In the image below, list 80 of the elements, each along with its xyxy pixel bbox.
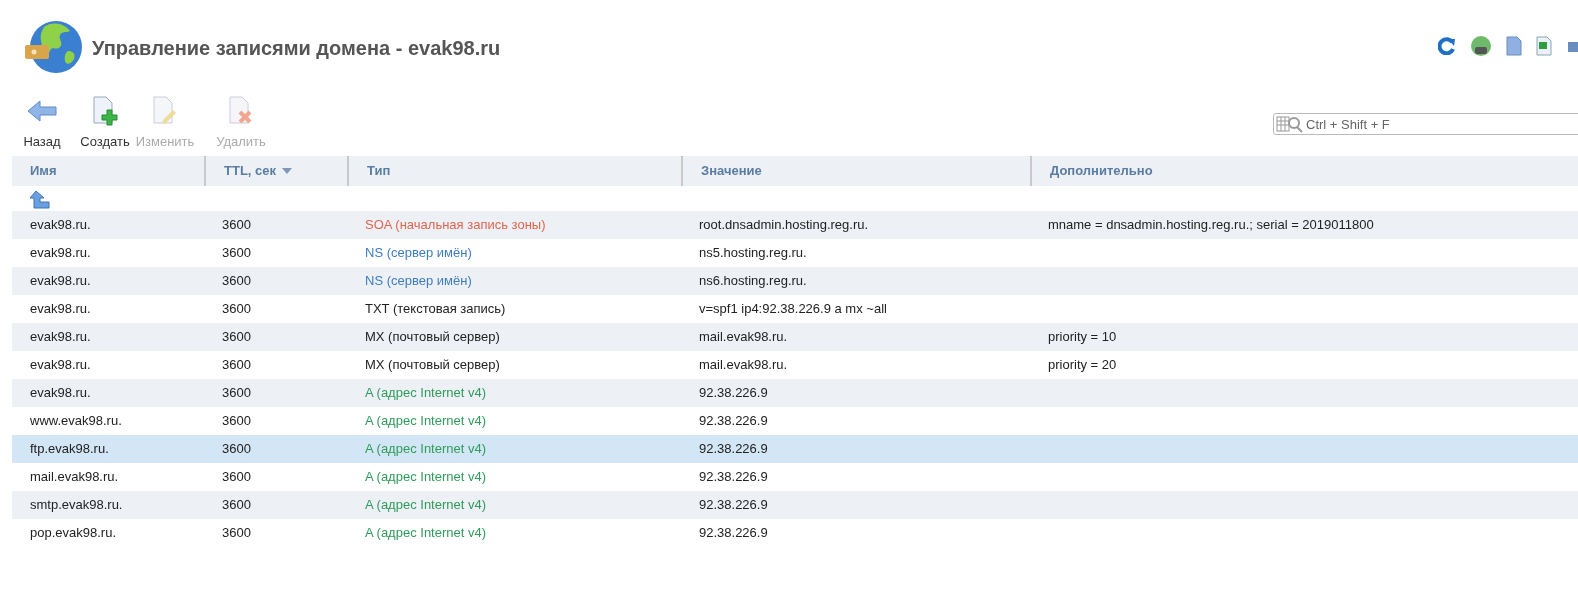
record-name: www.evak98.ru. [29,411,123,430]
column-header[interactable]: Тип [347,155,681,186]
ttl-value: 3600 [221,243,252,262]
column-header[interactable]: Имя [12,155,204,186]
create-button[interactable]: Создать [78,96,132,152]
record-type: MX (почтовый сервер) [364,327,501,346]
record-value: 92.38.226.9 [698,411,769,430]
record-name: pop.evak98.ru. [29,523,117,542]
record-value: v=spf1 ip4:92.38.226.9 a mx ~all [698,299,888,318]
record-value: 92.38.226.9 [698,495,769,514]
record-type: SOA (начальная запись зоны) [364,215,547,234]
ttl-value: 3600 [221,299,252,318]
globe-icon[interactable] [1470,35,1492,57]
table-row[interactable]: smtp.evak98.ru. 3600 A (адрес Internet v4) 92.38.226.9 [12,490,1578,519]
column-header[interactable]: Дополнительно [1030,155,1578,186]
ttl-value: 3600 [221,411,252,430]
record-value: 92.38.226.9 [698,439,769,458]
ttl-value: 3600 [221,355,252,374]
record-type: A (адрес Internet v4) [364,467,488,486]
back-button[interactable]: Назад [20,96,64,152]
ttl-value: 3600 [221,271,252,290]
record-type: A (адрес Internet v4) [364,383,488,402]
record-value: root.dnsadmin.hosting.reg.ru. [698,215,870,234]
record-type: TXT (текстовая запись) [364,299,507,318]
table-row[interactable]: evak98.ru. 3600 MX (почтовый сервер) mail.evak98.ru. priority = 20 [12,350,1578,379]
table-row[interactable]: evak98.ru. 3600 TXT (текстовая запись) v=spf1 ip4:92.38.226.9 a mx ~all [12,294,1578,323]
up-level-icon[interactable] [30,189,50,209]
sort-caret-icon [282,167,292,174]
record-name: evak98.ru. [29,271,92,290]
table-row[interactable]: mail.evak98.ru. 3600 A (адрес Internet v4) 92.38.226.9 [12,462,1578,491]
record-name: evak98.ru. [29,355,92,374]
record-value: 92.38.226.9 [698,467,769,486]
record-name: evak98.ru. [29,299,92,318]
ttl-value: 3600 [221,467,252,486]
table-row[interactable]: evak98.ru. 3600 NS (сервер имён) ns5.hosting.reg.ru. [12,238,1578,267]
ttl-value: 3600 [221,495,252,514]
table-row[interactable]: evak98.ru. 3600 SOA (начальная запись зоны) root.dnsadmin.hosting.reg.ru. mname = dnsadmin.hosting.reg.ru.; serial = 2019011800 [12,210,1578,239]
record-type: MX (почтовый сервер) [364,355,501,374]
record-value: 92.38.226.9 [698,523,769,542]
search-field[interactable]: Ctrl + Shift + F [1273,113,1578,135]
record-name: evak98.ru. [29,383,92,402]
ttl-value: 3600 [221,215,252,234]
table-row[interactable]: www.evak98.ru. 3600 A (адрес Internet v4) 92.38.226.9 [12,406,1578,435]
record-type: NS (сервер имён) [364,271,473,290]
table-row[interactable]: evak98.ru. 3600 NS (сервер имён) ns6.hosting.reg.ru. [12,266,1578,295]
record-type: A (адрес Internet v4) [364,495,488,514]
record-name: mail.evak98.ru. [29,467,120,486]
column-header[interactable]: Значение [681,155,1030,186]
ttl-value: 3600 [221,327,252,346]
ttl-value: 3600 [221,383,252,402]
record-name: evak98.ru. [29,243,92,262]
ttl-value: 3600 [221,523,252,542]
extra-info: priority = 10 [1047,327,1118,346]
table-row[interactable]: ftp.evak98.ru. 3600 A (адрес Internet v4) 92.38.226.9 [12,434,1578,463]
record-name: evak98.ru. [29,215,92,234]
record-type: A (адрес Internet v4) [364,523,488,542]
table-row[interactable]: evak98.ru. 3600 MX (почтовый сервер) mail.evak98.ru. priority = 10 [12,322,1578,351]
table-row[interactable]: evak98.ru. 3600 A (адрес Internet v4) 92.38.226.9 [12,378,1578,407]
record-value: ns6.hosting.reg.ru. [698,271,808,290]
record-value: mail.evak98.ru. [698,327,789,346]
table-row[interactable]: pop.evak98.ru. 3600 A (адрес Internet v4) 92.38.226.9 [12,518,1578,547]
edit-document-icon [151,96,179,126]
record-type: A (адрес Internet v4) [364,411,488,430]
page-title: Управление записями домена - evak98.ru [92,36,501,61]
record-name: smtp.evak98.ru. [29,495,124,514]
column-header[interactable]: TTL, сек [204,155,347,186]
record-type: A (адрес Internet v4) [364,439,488,458]
record-value: 92.38.226.9 [698,383,769,402]
new-document-icon [91,96,119,126]
record-name: ftp.evak98.ru. [29,439,110,458]
record-value: ns5.hosting.reg.ru. [698,243,808,262]
document-icon[interactable] [1506,36,1522,56]
refresh-icon[interactable] [1438,37,1456,55]
record-value: mail.evak98.ru. [698,355,789,374]
extra-info: mname = dnsadmin.hosting.reg.ru.; serial = 2019011800 [1047,215,1375,234]
spreadsheet-icon[interactable] [1536,36,1552,56]
record-type: NS (сервер имён) [364,243,473,262]
ttl-value: 3600 [221,439,252,458]
record-name: evak98.ru. [29,327,92,346]
extra-info: priority = 20 [1047,355,1118,374]
